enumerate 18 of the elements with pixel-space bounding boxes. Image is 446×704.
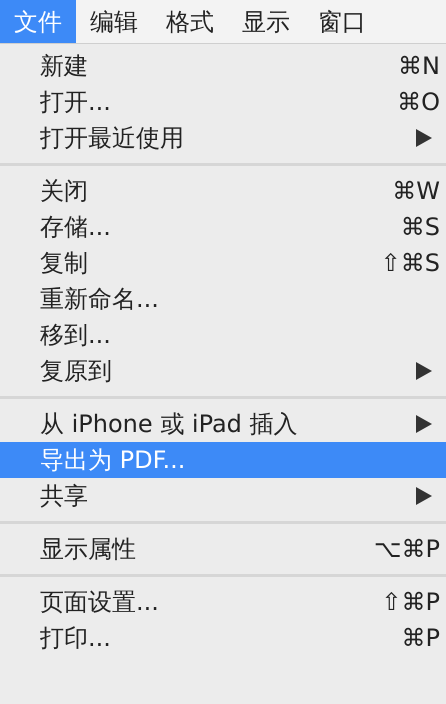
menu-bar-item[interactable]: 显示 (228, 0, 304, 43)
menu-item[interactable]: 打开最近使用 (0, 120, 446, 156)
menu-bar-item[interactable]: 格式 (152, 0, 228, 43)
menu-item[interactable]: 关闭 ⌘W (0, 173, 446, 209)
menu-item[interactable]: 共享 (0, 478, 446, 514)
menu-item[interactable]: 复原到 (0, 353, 446, 389)
menu-item[interactable]: 打开... ⌘O (0, 84, 446, 120)
menu-item[interactable]: 重新命名... (0, 281, 446, 317)
menu-item[interactable]: 新建 ⌘N (0, 48, 446, 84)
menu-bar-item[interactable]: 编辑 (76, 0, 152, 43)
menu-item[interactable]: 移到... (0, 317, 446, 353)
menu-bar-item[interactable]: 窗口 (304, 0, 380, 43)
menu-item[interactable]: 复制 ⇧⌘S (0, 245, 446, 281)
menu-item[interactable]: 显示属性 ⌥⌘P (0, 531, 446, 567)
menu-item[interactable]: 页面设置... ⇧⌘P (0, 584, 446, 620)
menu-item[interactable]: 从 iPhone 或 iPad 插入 (0, 406, 446, 442)
menu-item[interactable]: 打印... ⌘P (0, 620, 446, 656)
menu-item[interactable]: 存储... ⌘S (0, 209, 446, 245)
